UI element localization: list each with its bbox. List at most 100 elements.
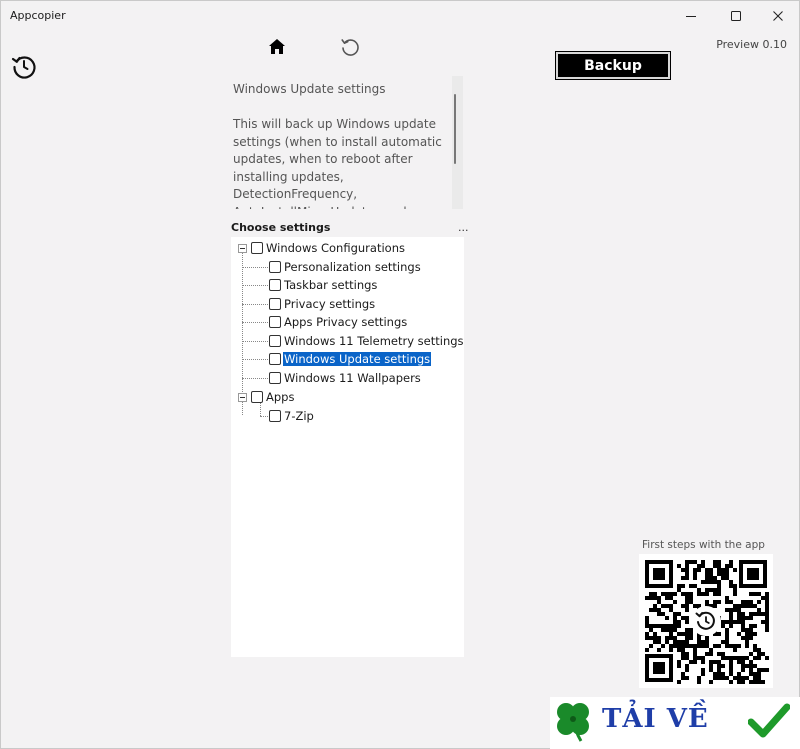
qr-module <box>649 644 653 648</box>
description-title: Windows Update settings <box>233 82 386 96</box>
qr-module <box>657 608 661 612</box>
tree-item[interactable]: Windows 11 Wallpapers <box>269 369 422 386</box>
collapse-toggle-icon[interactable] <box>238 393 247 402</box>
qr-module <box>673 600 677 604</box>
qr-module <box>765 608 769 612</box>
item-checkbox[interactable] <box>269 260 281 273</box>
tree-group[interactable]: Windows Configurations <box>251 239 406 256</box>
tree-item[interactable]: Apps Privacy settings <box>269 313 408 330</box>
qr-module <box>757 680 761 684</box>
qr-module <box>689 644 693 648</box>
download-banner[interactable]: TẢI VỀ <box>550 697 800 749</box>
close-button[interactable] <box>756 1 800 31</box>
qr-module <box>709 680 713 684</box>
tree-group[interactable]: Apps <box>251 388 295 405</box>
tree-item[interactable]: Privacy settings <box>269 295 376 312</box>
qr-module <box>681 576 685 580</box>
qr-module <box>729 664 733 668</box>
qr-module <box>757 656 761 660</box>
qr-module <box>677 648 681 652</box>
item-checkbox[interactable] <box>269 352 281 365</box>
qr-module <box>753 648 757 652</box>
qr-module <box>717 632 721 636</box>
qr-module <box>649 628 653 632</box>
qr-module <box>745 656 749 660</box>
item-checkbox[interactable] <box>269 371 281 384</box>
qr-module <box>741 624 745 628</box>
qr-module <box>717 644 721 648</box>
qr-module <box>681 632 685 636</box>
tree-item[interactable]: Windows 11 Telemetry settings <box>269 332 465 349</box>
qr-module <box>649 596 653 600</box>
qr-module <box>677 660 681 664</box>
qr-module <box>729 624 733 628</box>
qr-module <box>673 592 677 596</box>
item-checkbox[interactable] <box>269 409 281 422</box>
qr-module <box>741 620 745 624</box>
tree-item-selected[interactable]: Windows Update settings <box>269 350 432 367</box>
qr-module <box>757 672 761 676</box>
item-checkbox[interactable] <box>269 278 281 291</box>
qr-module <box>737 620 741 624</box>
qr-module <box>645 632 649 636</box>
qr-module <box>689 660 693 664</box>
home-icon[interactable] <box>266 36 288 58</box>
tree-item[interactable]: Taskbar settings <box>269 276 378 293</box>
qr-module <box>765 592 769 596</box>
qr-module <box>681 652 685 656</box>
qr-module <box>721 572 725 576</box>
qr-module <box>725 572 729 576</box>
qr-module <box>681 640 685 644</box>
item-label: Windows 11 Telemetry settings <box>284 333 464 348</box>
qr-module <box>765 616 769 620</box>
qr-caption: First steps with the app <box>642 539 765 551</box>
qr-module <box>681 648 685 652</box>
window-title: Appcopier <box>10 9 66 22</box>
group-checkbox[interactable] <box>251 241 263 254</box>
qr-module <box>701 580 705 584</box>
qr-module <box>721 640 725 644</box>
close-icon <box>773 11 783 21</box>
qr-module <box>665 628 669 632</box>
more-options-icon[interactable]: ... <box>458 221 469 234</box>
qr-module <box>713 580 717 584</box>
item-checkbox[interactable] <box>269 334 281 347</box>
qr-module <box>713 600 717 604</box>
qr-module <box>705 588 709 592</box>
qr-module <box>745 640 749 644</box>
qr-module <box>745 676 749 680</box>
qr-module <box>713 604 717 608</box>
qr-module <box>741 600 745 604</box>
qr-module <box>749 664 753 668</box>
collapse-toggle-icon[interactable] <box>238 244 247 253</box>
backup-button[interactable]: Backup <box>555 51 671 80</box>
minimize-button[interactable] <box>669 1 713 31</box>
qr-module <box>685 644 689 648</box>
maximize-icon <box>731 11 741 21</box>
refresh-icon[interactable] <box>339 36 361 58</box>
qr-module <box>689 628 693 632</box>
maximize-button[interactable] <box>714 1 758 31</box>
qr-module <box>717 676 721 680</box>
qr-module <box>661 592 665 596</box>
group-label: Windows Configurations <box>266 240 405 255</box>
item-checkbox[interactable] <box>269 315 281 328</box>
qr-module <box>685 568 689 572</box>
tree-item[interactable]: 7-Zip <box>269 407 315 424</box>
description-scrollbar-thumb[interactable] <box>454 94 456 164</box>
qr-code[interactable] <box>639 554 773 688</box>
qr-module <box>705 576 709 580</box>
tree-item[interactable]: Personalization settings <box>269 258 422 275</box>
qr-module <box>717 588 721 592</box>
qr-module <box>709 664 713 668</box>
item-checkbox[interactable] <box>269 297 281 310</box>
qr-module <box>749 680 753 684</box>
restore-back-icon[interactable] <box>10 52 38 80</box>
item-label: 7-Zip <box>284 408 314 423</box>
qr-module <box>709 580 713 584</box>
qr-module <box>685 608 689 612</box>
qr-module <box>765 596 769 600</box>
qr-module <box>701 668 705 672</box>
group-checkbox[interactable] <box>251 390 263 403</box>
banner-text: TẢI VỀ <box>602 704 709 734</box>
